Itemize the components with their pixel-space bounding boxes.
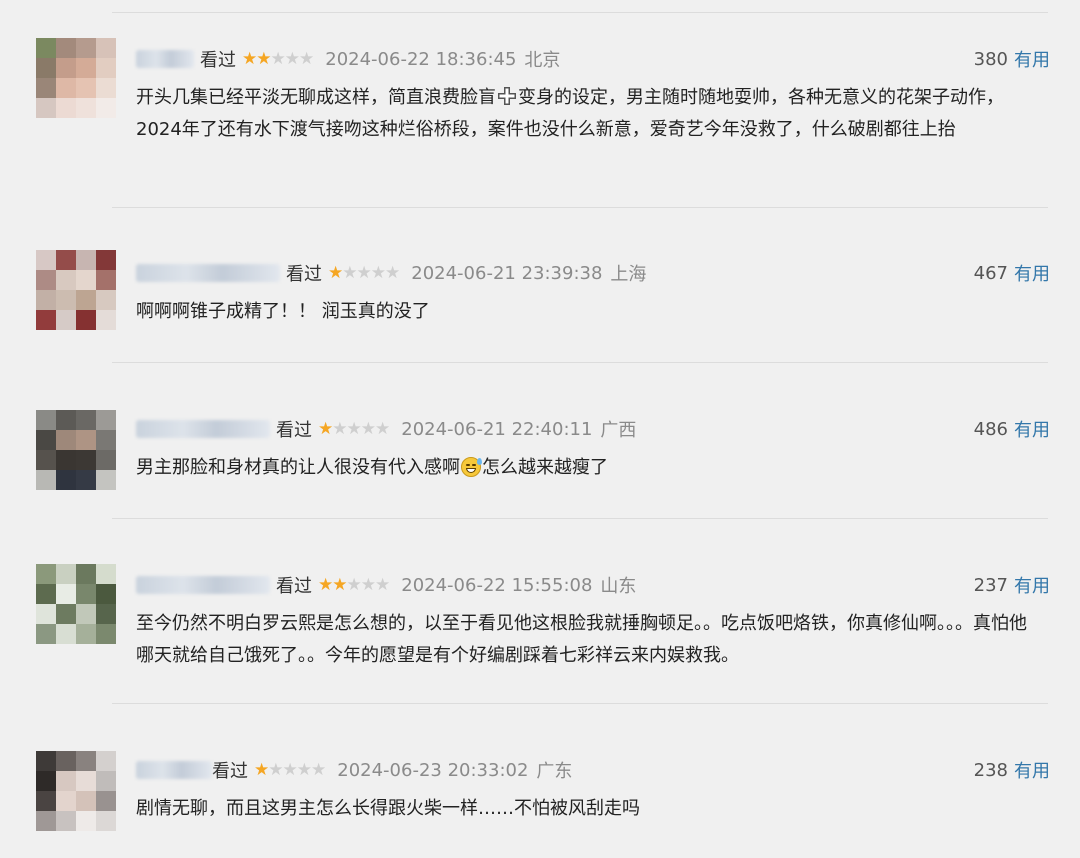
comment-location: 山东 (600, 576, 637, 597)
vote-count: 237 (973, 574, 1008, 596)
useful-button[interactable]: 有用 (1014, 757, 1050, 783)
avatar[interactable] (36, 410, 116, 490)
comment-divider (112, 207, 1048, 208)
star-icon: ★ (385, 263, 400, 283)
star-icon: ★ (370, 263, 386, 283)
watched-label: 看过 (276, 576, 312, 597)
comment-time: 2024-06-22 15:55:08 (401, 574, 593, 596)
top-divider (112, 12, 1048, 13)
comment-item: 看过 ★ ★ ★ ★ ★ 2024-06-21 22:40:11 广西 486 有用 男… (0, 410, 1080, 504)
watched-label: 看过 (276, 420, 312, 441)
star-icon: ★ (318, 575, 333, 595)
username-blurred[interactable] (136, 264, 280, 282)
comment-header: 看过 ★ ★ ★ ★ ★ 2024-06-23 20:33:02 广东 238 有用 (136, 755, 1050, 785)
useful-button[interactable]: 有用 (1014, 572, 1050, 598)
vote-count: 486 (973, 418, 1008, 440)
avatar[interactable] (36, 38, 116, 118)
comment-location: 上海 (610, 264, 647, 285)
comment-divider (112, 518, 1048, 519)
comment-location: 北京 (524, 50, 561, 71)
comment-time: 2024-06-21 22:40:11 (401, 418, 593, 440)
useful-button[interactable]: 有用 (1014, 46, 1050, 72)
comment-time: 2024-06-22 18:36:45 (325, 48, 517, 70)
useful-button[interactable]: 有用 (1014, 416, 1050, 442)
comment-header: 看过 ★ ★ ★ ★ ★ 2024-06-22 15:55:08 山东 237 有用 (136, 570, 1050, 600)
watched-label: 看过 (200, 50, 236, 71)
avatar[interactable] (36, 751, 116, 831)
username-blurred[interactable] (136, 50, 194, 68)
watched-label: 看过 (286, 264, 322, 285)
comment-header: 看过 ★ ★ ★ ★ ★ 2024-06-21 22:40:11 广西 486 有用 (136, 414, 1050, 444)
star-icon: ★ (360, 575, 376, 595)
star-icon: ★ (375, 419, 390, 439)
comment-item: 看过 ★ ★ ★ ★ ★ 2024-06-22 15:55:08 山东 237 有用 至… (0, 564, 1080, 690)
comment-text: 剧情无聊，而且这男主怎么长得跟火柴一样……不怕被风刮走吗 (136, 798, 640, 819)
star-icon: ★ (332, 419, 347, 439)
username-blurred[interactable] (136, 420, 270, 438)
comment-divider (112, 362, 1048, 363)
rating-stars: ★ ★ ★ ★ ★ (328, 263, 400, 283)
star-icon: ★ (268, 760, 283, 780)
star-icon: ★ (346, 419, 362, 439)
star-icon: ★ (282, 760, 298, 780)
watched-label: 看过 (212, 761, 248, 782)
star-icon: ★ (328, 263, 343, 283)
star-icon: ★ (296, 760, 312, 780)
star-icon: ★ (356, 263, 372, 283)
star-icon: ★ (242, 49, 257, 69)
comment-item: 看过 ★ ★ ★ ★ ★ 2024-06-23 20:33:02 广东 238 有用 剧… (0, 751, 1080, 845)
vote-area: 237 有用 (974, 572, 1050, 598)
vote-count: 238 (973, 759, 1008, 781)
comment-divider (112, 703, 1048, 704)
comment-text: 啊啊啊锥子成精了！！ 润玉真的没了 (136, 301, 430, 322)
star-icon: ★ (332, 575, 347, 595)
comment-location: 广东 (536, 761, 573, 782)
star-icon: ★ (284, 49, 300, 69)
comment-location: 广西 (600, 420, 637, 441)
comment-item: 看过 ★ ★ ★ ★ ★ 2024-06-22 18:36:45 北京 380 有用 开… (0, 38, 1080, 194)
rating-stars: ★ ★ ★ ★ ★ (242, 49, 314, 69)
vote-count: 467 (973, 262, 1008, 284)
star-icon: ★ (254, 760, 269, 780)
rating-stars: ★ ★ ★ ★ ★ (318, 575, 390, 595)
vote-area: 486 有用 (974, 416, 1050, 442)
sweat-smile-emoji-icon (461, 457, 482, 477)
vote-area: 238 有用 (974, 757, 1050, 783)
comment-header: 看过 ★ ★ ★ ★ ★ 2024-06-22 18:36:45 北京 380 有用 (136, 44, 1050, 74)
avatar[interactable] (36, 250, 116, 330)
vote-area: 467 有用 (974, 260, 1050, 286)
star-icon: ★ (256, 49, 271, 69)
comment-item: 看过 ★ ★ ★ ★ ★ 2024-06-21 23:39:38 上海 467 有用 啊… (0, 250, 1080, 348)
plus-cross-icon (498, 87, 516, 105)
star-icon: ★ (375, 575, 390, 595)
comment-time: 2024-06-23 20:33:02 (337, 759, 529, 781)
username-blurred[interactable] (136, 761, 212, 779)
star-icon: ★ (311, 760, 326, 780)
star-icon: ★ (346, 575, 362, 595)
star-icon: ★ (360, 419, 376, 439)
vote-area: 380 有用 (974, 46, 1050, 72)
comment-text: 至今仍然不明白罗云熙是怎么想的，以至于看见他这根脸我就捶胸顿足。。吃点饭吧烙铁，… (136, 613, 1027, 666)
star-icon: ★ (342, 263, 357, 283)
avatar[interactable] (36, 564, 116, 644)
vote-count: 380 (973, 48, 1008, 70)
star-icon: ★ (270, 49, 286, 69)
comment-text: 男主那脸和身材真的让人很没有代入感啊 怎么越来越瘦了 (136, 457, 608, 478)
comment-header: 看过 ★ ★ ★ ★ ★ 2024-06-21 23:39:38 上海 467 有用 (136, 258, 1050, 288)
useful-button[interactable]: 有用 (1014, 260, 1050, 286)
comment-time: 2024-06-21 23:39:38 (411, 262, 603, 284)
rating-stars: ★ ★ ★ ★ ★ (254, 760, 326, 780)
star-icon: ★ (318, 419, 333, 439)
comment-text: 开头几集已经平淡无聊成这样，简直浪费脸盲 变身的设定，男主随时随地耍帅，各种无意义… (136, 87, 1004, 140)
username-blurred[interactable] (136, 576, 270, 594)
rating-stars: ★ ★ ★ ★ ★ (318, 419, 390, 439)
star-icon: ★ (299, 49, 314, 69)
